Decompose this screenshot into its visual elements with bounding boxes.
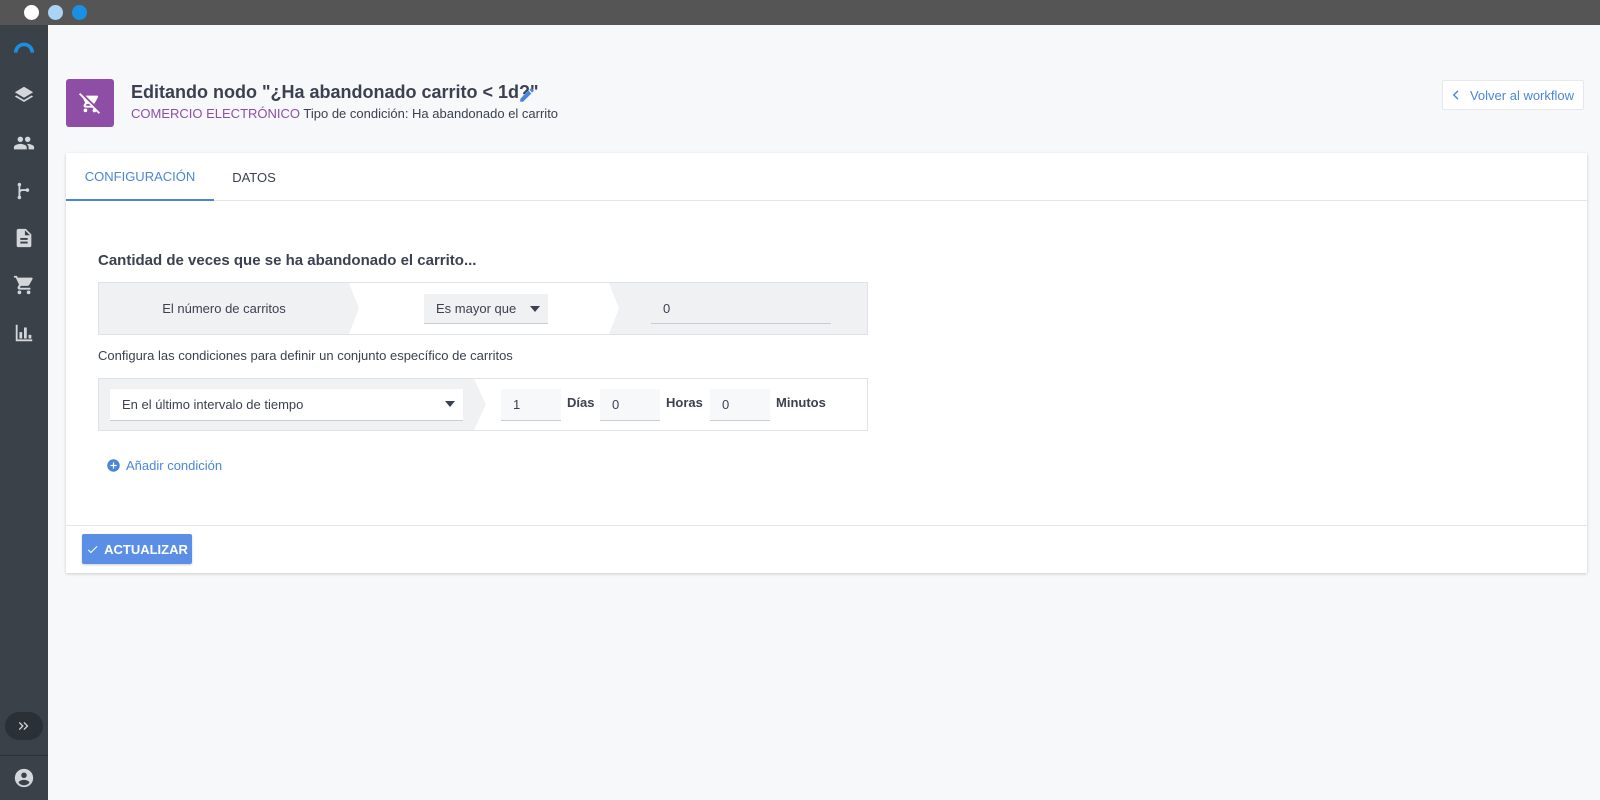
condition-type-label: Tipo de condición: Ha abandonado el carr… xyxy=(303,106,559,121)
cart-icon[interactable] xyxy=(12,273,36,297)
window-titlebar xyxy=(0,0,1600,25)
plus-circle-icon xyxy=(107,459,120,472)
window-minimize-button[interactable] xyxy=(48,5,63,20)
document-icon[interactable] xyxy=(12,226,36,250)
node-subtitle: COMERCIO ELECTRÓNICO Tipo de condición: … xyxy=(131,106,558,121)
interval-select[interactable]: En el último intervalo de tiempo xyxy=(110,389,463,421)
bar-chart-icon[interactable] xyxy=(12,321,36,345)
check-icon xyxy=(87,545,98,553)
update-button-label: ACTUALIZAR xyxy=(104,541,188,557)
minutes-input[interactable] xyxy=(710,389,770,421)
segment-arrow xyxy=(474,379,486,430)
cart-off-icon xyxy=(79,93,100,114)
operator-select[interactable]: Es mayor que xyxy=(424,294,548,324)
section-title: Cantidad de veces que se ha abandonado e… xyxy=(98,252,477,269)
days-input[interactable] xyxy=(501,389,561,421)
double-chevron-right-icon xyxy=(18,722,29,730)
tab-bar: CONFIGURACIÓN DATOS xyxy=(66,153,1587,201)
category-label: COMERCIO ELECTRÓNICO xyxy=(131,106,301,121)
page-title: Editando nodo "¿Ha abandonado carrito < … xyxy=(131,82,539,102)
footer-divider xyxy=(66,525,1587,526)
people-icon[interactable] xyxy=(12,131,36,155)
segment-arrow xyxy=(609,283,619,334)
hours-label: Horas xyxy=(666,395,703,410)
node-editor-card: CONFIGURACIÓN DATOS Cantidad de veces qu… xyxy=(66,153,1587,573)
interval-select-value: En el último intervalo de tiempo xyxy=(122,397,304,412)
minutes-label: Minutos xyxy=(776,395,826,410)
operator-select-value: Es mayor que xyxy=(436,301,517,316)
add-condition-button[interactable]: Añadir condición xyxy=(106,458,222,473)
window-close-button[interactable] xyxy=(24,5,39,20)
tab-datos[interactable]: DATOS xyxy=(214,153,294,201)
hours-input[interactable] xyxy=(600,389,660,421)
back-to-workflow-button[interactable]: Volver al workflow xyxy=(1442,80,1584,110)
expand-sidebar-button[interactable] xyxy=(5,712,43,740)
add-condition-label: Añadir condición xyxy=(126,458,223,473)
time-interval-condition-row: En el último intervalo de tiempo Días Ho… xyxy=(98,378,868,431)
user-menu[interactable] xyxy=(0,755,48,800)
days-label: Días xyxy=(567,395,595,410)
tab-configuracion[interactable]: CONFIGURACIÓN xyxy=(66,153,214,201)
caret-down-icon xyxy=(530,306,540,312)
node-type-badge xyxy=(66,79,114,127)
pencil-icon[interactable] xyxy=(518,86,536,104)
layers-icon[interactable] xyxy=(12,83,36,107)
conditions-hint: Configura las condiciones para definir u… xyxy=(98,348,513,363)
sidebar xyxy=(0,25,48,800)
cart-count-label: El número de carritos xyxy=(162,301,286,316)
caret-down-icon xyxy=(445,401,455,407)
cart-count-condition-row: El número de carritos Es mayor que xyxy=(98,282,868,335)
window-maximize-button[interactable] xyxy=(72,5,87,20)
segment-arrow xyxy=(349,283,359,334)
back-to-workflow-label: Volver al workflow xyxy=(1469,87,1575,103)
arc-logo-icon[interactable] xyxy=(12,37,36,61)
branch-icon[interactable] xyxy=(12,179,36,203)
update-button[interactable]: ACTUALIZAR xyxy=(82,534,192,564)
account-circle-icon xyxy=(14,768,34,788)
chevron-left-icon xyxy=(1452,90,1459,100)
cart-count-input[interactable] xyxy=(651,294,831,324)
